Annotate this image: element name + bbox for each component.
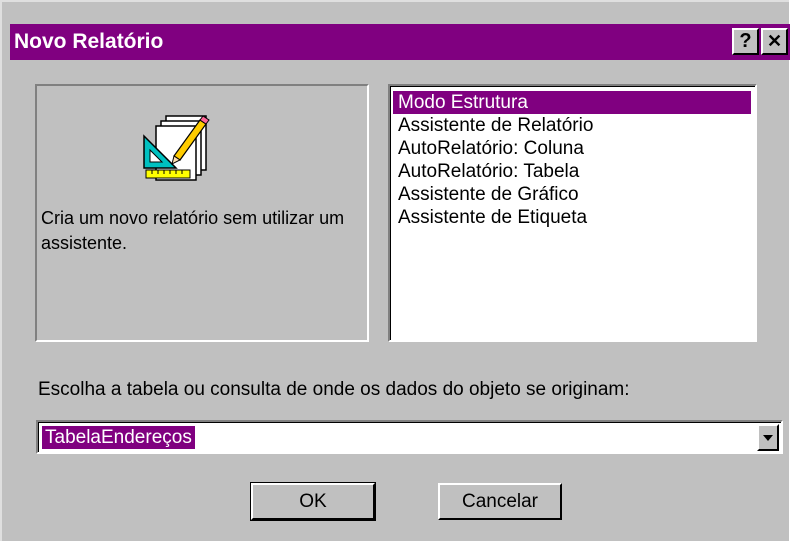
preview-description: Cria um novo relatório sem utilizar um a… <box>41 208 345 253</box>
source-table-select[interactable]: TabelaEndereços <box>36 420 783 454</box>
list-item-report-wizard[interactable]: Assistente de Relatório <box>393 114 751 137</box>
title-bar[interactable]: Novo Relatório ? ✕ <box>10 24 790 60</box>
report-design-icon <box>143 115 210 181</box>
help-button[interactable]: ? <box>732 28 759 55</box>
list-item-autoreport-columnar[interactable]: AutoRelatório: Coluna <box>393 137 751 160</box>
close-icon: ✕ <box>766 31 783 51</box>
help-icon: ? <box>739 30 752 52</box>
source-table-value[interactable]: TabelaEndereços <box>42 426 195 449</box>
ok-button-label: OK <box>299 490 327 512</box>
cancel-button[interactable]: Cancelar <box>438 483 562 520</box>
preview-panel: Cria um novo relatório sem utilizar um a… <box>35 84 369 342</box>
list-item-chart-wizard[interactable]: Assistente de Gráfico <box>393 183 751 206</box>
list-item-label-wizard[interactable]: Assistente de Etiqueta <box>393 206 751 229</box>
chevron-down-icon <box>763 434 773 441</box>
ok-button[interactable]: OK <box>250 482 376 521</box>
list-item-autoreport-tabular[interactable]: AutoRelatório: Tabela <box>393 160 751 183</box>
list-item-design-view[interactable]: Modo Estrutura <box>393 91 751 114</box>
close-button[interactable]: ✕ <box>761 28 788 55</box>
cancel-button-label: Cancelar <box>461 490 539 512</box>
source-prompt: Escolha a tabela ou consulta de onde os … <box>38 379 630 400</box>
report-type-list[interactable]: Modo Estrutura Assistente de Relatório A… <box>388 84 757 342</box>
new-report-dialog: Novo Relatório ? ✕ Cria um novo relatóri… <box>0 0 790 541</box>
dropdown-button[interactable] <box>757 424 779 451</box>
window-title: Novo Relatório <box>14 30 164 53</box>
